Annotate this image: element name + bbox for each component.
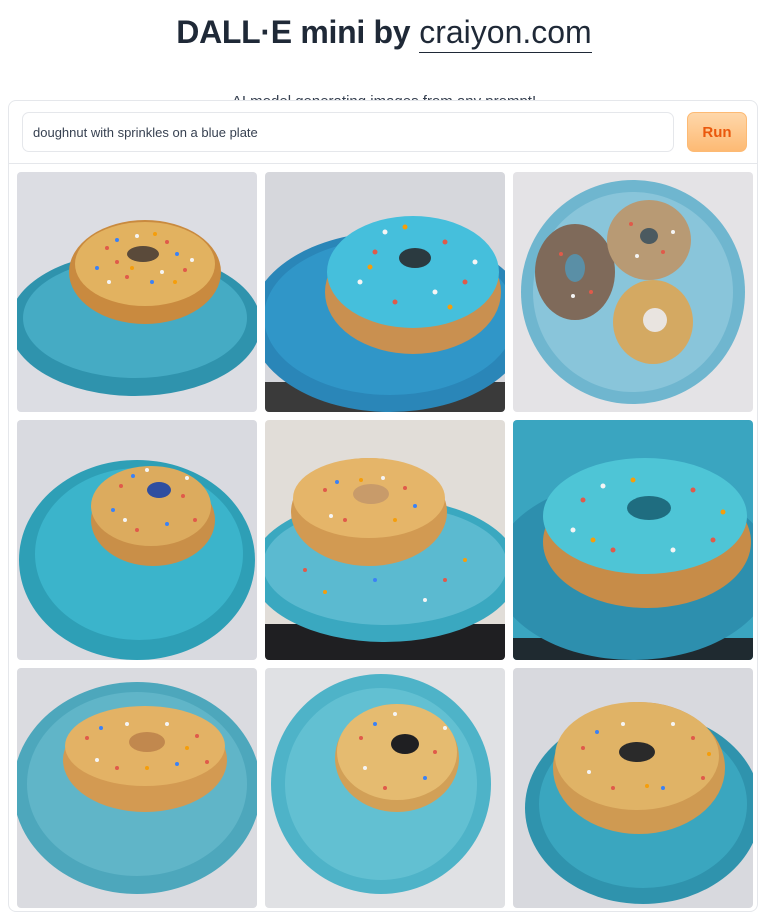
generated-image-1[interactable]: [17, 172, 257, 412]
generated-image-4[interactable]: [17, 420, 257, 660]
generated-image-6[interactable]: [513, 420, 753, 660]
site-link[interactable]: craiyon.com: [419, 14, 592, 53]
image-gallery: [17, 172, 753, 908]
brand-name: DALL·E mini by: [176, 14, 411, 50]
generated-image-7[interactable]: [17, 668, 257, 908]
prompt-row: Run: [9, 101, 757, 164]
generated-image-8[interactable]: [265, 668, 505, 908]
prompt-input[interactable]: [22, 112, 674, 152]
generated-image-2[interactable]: [265, 172, 505, 412]
generated-image-9[interactable]: [513, 668, 753, 908]
run-button[interactable]: Run: [687, 112, 747, 152]
generated-image-3[interactable]: [513, 172, 753, 412]
main-panel: Run: [8, 100, 758, 912]
generated-image-5[interactable]: [265, 420, 505, 660]
page-title: DALL·E mini by craiyon.com: [0, 12, 768, 53]
page-header: DALL·E mini by craiyon.com: [0, 0, 768, 100]
